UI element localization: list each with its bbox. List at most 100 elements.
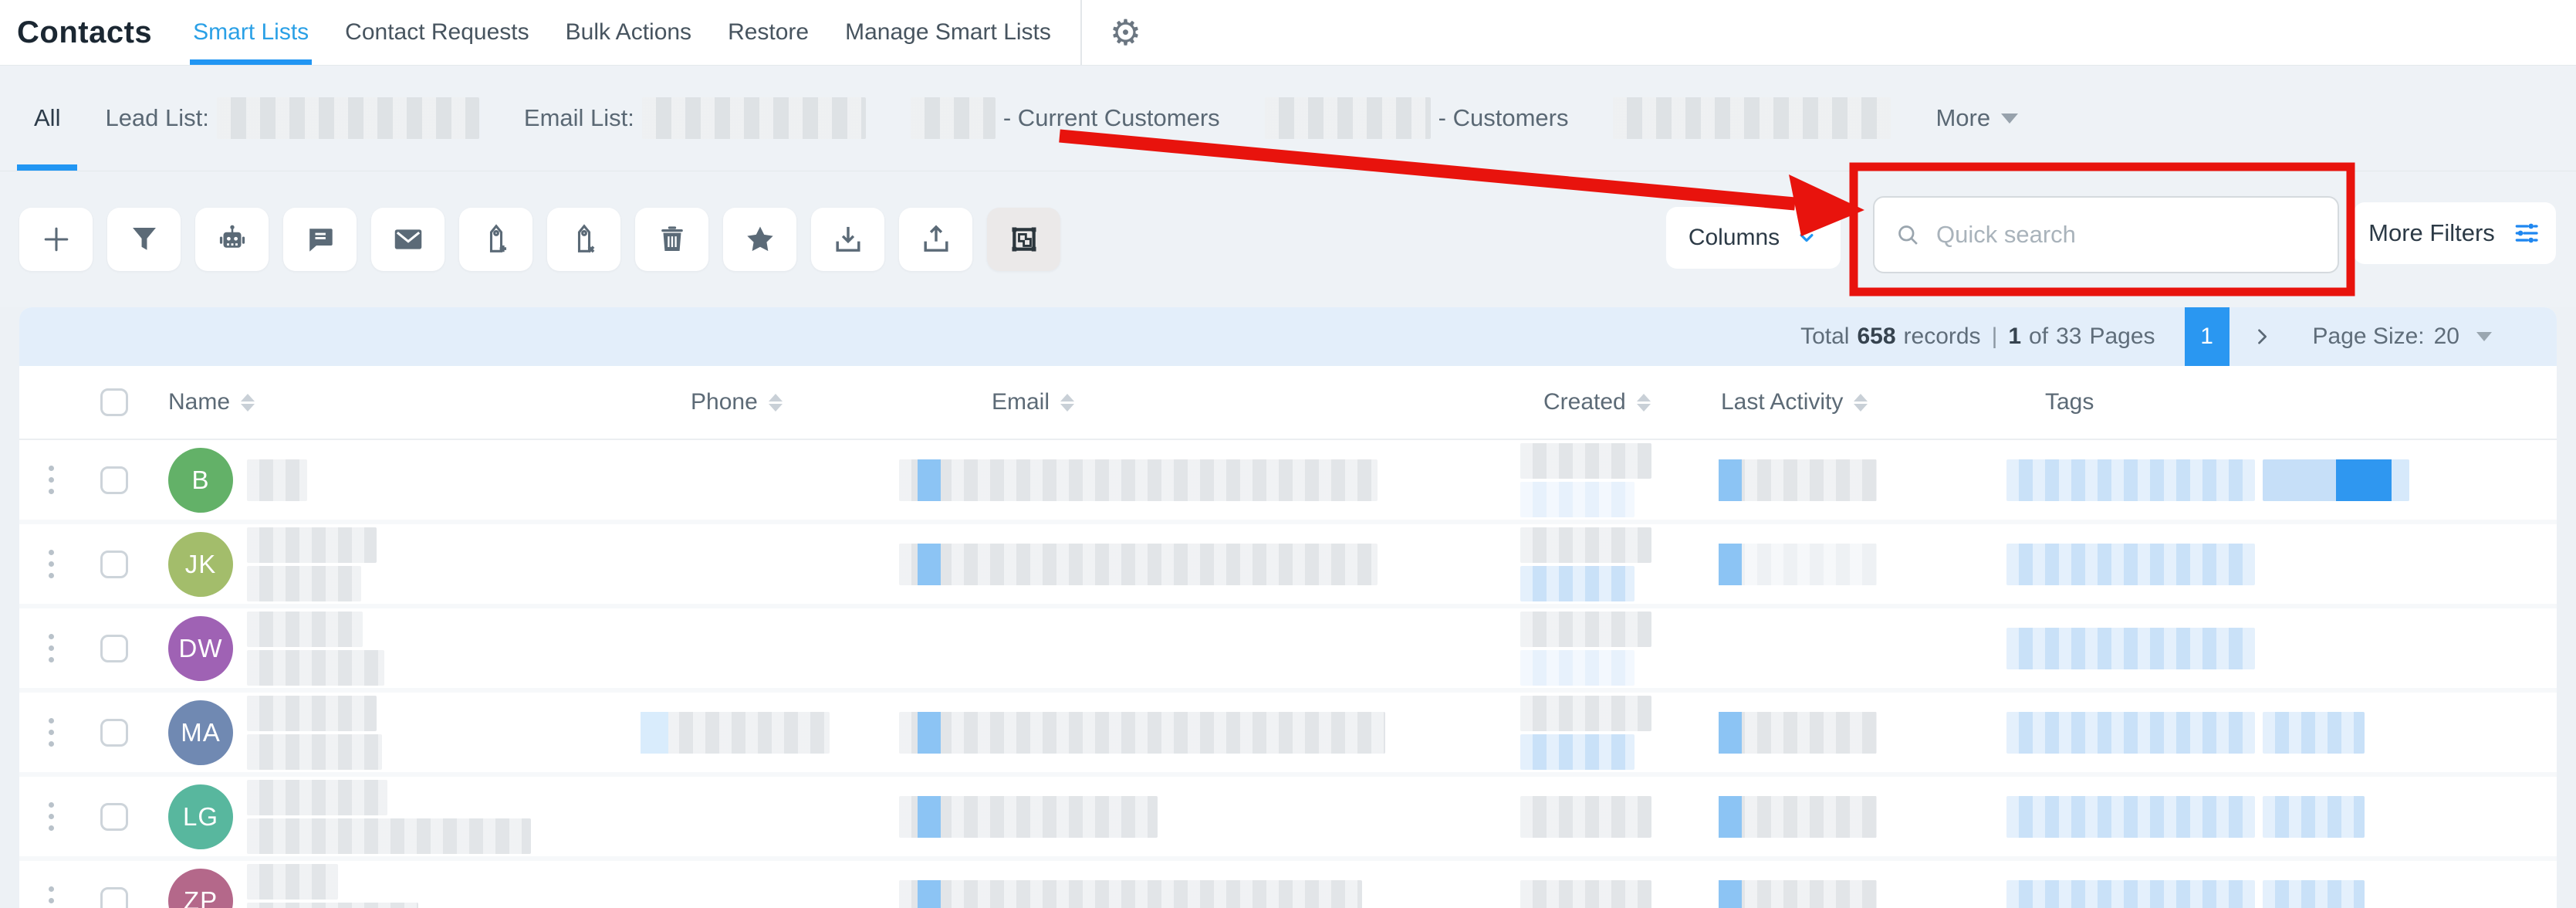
redacted-name bbox=[247, 864, 418, 908]
redacted-block bbox=[247, 459, 307, 501]
redacted-block bbox=[247, 650, 384, 686]
redacted-last-activity bbox=[1702, 712, 2026, 754]
smart-list-tab-email-list[interactable]: Email List: bbox=[524, 66, 866, 171]
remove-tag-button[interactable] bbox=[547, 208, 620, 271]
records-summary: Total 658 records | 1 of 33 Pages bbox=[1800, 324, 2155, 350]
redacted-block bbox=[899, 880, 1362, 908]
filter-button[interactable] bbox=[107, 208, 181, 271]
sort-icon[interactable] bbox=[241, 394, 255, 412]
redacted-tags bbox=[2006, 796, 2557, 838]
smart-list-tab-redacted-5[interactable] bbox=[1613, 66, 1891, 171]
top-tab-restore[interactable]: Restore bbox=[728, 0, 809, 65]
contact-row[interactable]: B bbox=[19, 440, 2557, 524]
top-tab-smart-lists[interactable]: Smart Lists bbox=[193, 0, 309, 65]
automation-bot-button[interactable] bbox=[195, 208, 269, 271]
redacted-created bbox=[1524, 527, 1702, 601]
contacts-page: Contacts Smart ListsContact RequestsBulk… bbox=[0, 0, 2576, 908]
quick-search-input[interactable] bbox=[1935, 220, 2317, 249]
sort-icon[interactable] bbox=[1854, 394, 1868, 412]
delete-button[interactable] bbox=[635, 208, 708, 271]
search-icon bbox=[1895, 222, 1921, 248]
column-header-created[interactable]: Created bbox=[1524, 389, 1702, 415]
column-header-email[interactable]: Email bbox=[972, 389, 1524, 415]
sort-icon[interactable] bbox=[1060, 394, 1074, 412]
contact-name-cell: DW bbox=[147, 612, 671, 686]
contact-row[interactable]: MA bbox=[19, 693, 2557, 777]
redacted-tag bbox=[2006, 628, 2255, 669]
page-button-1[interactable]: 1 bbox=[2185, 307, 2229, 366]
redacted-block bbox=[899, 544, 1378, 585]
more-filters-button[interactable]: More Filters bbox=[2354, 202, 2556, 264]
smart-list-tab-lead-list[interactable]: Lead List: bbox=[105, 66, 478, 171]
select-all-checkbox[interactable] bbox=[100, 388, 128, 416]
redacted-tag bbox=[2006, 712, 2255, 754]
settings-gear-icon[interactable]: ⚙ bbox=[1105, 14, 1146, 51]
favorite-star-button[interactable] bbox=[723, 208, 796, 271]
send-email-button[interactable] bbox=[371, 208, 445, 271]
row-select-cell bbox=[73, 887, 147, 908]
export-icon bbox=[830, 222, 866, 257]
smart-list-tab-bar: All Lead List: Email List: - Current Custom… bbox=[0, 65, 2576, 171]
sort-icon[interactable] bbox=[769, 394, 783, 412]
row-checkbox[interactable] bbox=[100, 635, 128, 662]
send-sms-icon bbox=[303, 222, 338, 257]
column-header-last-activity[interactable]: Last Activity bbox=[1702, 389, 2026, 415]
import-button[interactable] bbox=[899, 208, 972, 271]
column-header-name[interactable]: Name bbox=[147, 389, 671, 415]
nav-divider bbox=[1080, 0, 1082, 65]
redacted-tags bbox=[2006, 544, 2557, 585]
row-menu-cell bbox=[19, 550, 73, 578]
send-sms-button[interactable] bbox=[283, 208, 357, 271]
top-tab-bulk-actions[interactable]: Bulk Actions bbox=[566, 0, 691, 65]
redacted-tag bbox=[2006, 459, 2255, 501]
redacted-created-blocks bbox=[1520, 880, 1651, 908]
column-header-phone[interactable]: Phone bbox=[671, 389, 972, 415]
smart-list-tab-more[interactable]: More bbox=[1935, 66, 2018, 171]
redacted-block bbox=[1520, 734, 1635, 770]
contact-row[interactable]: LG bbox=[19, 777, 2557, 861]
merge-contacts-button[interactable] bbox=[987, 208, 1060, 271]
contact-row[interactable]: ZP bbox=[19, 861, 2557, 908]
records-word: records bbox=[1904, 324, 1981, 350]
row-checkbox[interactable] bbox=[100, 466, 128, 494]
smart-list-tab-customers[interactable]: - Customers bbox=[1265, 66, 1569, 171]
row-menu-icon[interactable] bbox=[49, 802, 54, 831]
redacted-block bbox=[1719, 544, 1877, 585]
redacted-name bbox=[247, 612, 384, 686]
page-size-select[interactable]: Page Size: 20 bbox=[2313, 324, 2492, 350]
row-checkbox[interactable] bbox=[100, 887, 128, 908]
contacts-table: Total 658 records | 1 of 33 Pages 1 Page… bbox=[19, 307, 2557, 908]
row-menu-icon[interactable] bbox=[49, 634, 54, 662]
redacted-created bbox=[1524, 612, 1702, 686]
add-tag-button[interactable] bbox=[459, 208, 532, 271]
contact-row[interactable]: JK bbox=[19, 524, 2557, 608]
favorite-star-icon bbox=[742, 222, 778, 257]
add-contact-button[interactable] bbox=[19, 208, 93, 271]
row-menu-icon[interactable] bbox=[49, 466, 54, 494]
smart-list-tab-all[interactable]: All bbox=[34, 66, 60, 171]
row-checkbox[interactable] bbox=[100, 719, 128, 747]
contact-name-cell: JK bbox=[147, 527, 671, 601]
column-label: Tags bbox=[2045, 389, 2094, 415]
next-page-icon[interactable] bbox=[2251, 326, 2273, 347]
dropdown-caret-icon bbox=[2001, 114, 2018, 124]
row-checkbox[interactable] bbox=[100, 551, 128, 578]
redacted-block bbox=[247, 612, 363, 647]
redacted-list-name bbox=[217, 97, 479, 139]
row-select-cell bbox=[73, 719, 147, 747]
row-menu-cell bbox=[19, 886, 73, 908]
top-tab-contact-requests[interactable]: Contact Requests bbox=[345, 0, 529, 65]
row-menu-icon[interactable] bbox=[49, 718, 54, 747]
smart-list-tab-current-customers[interactable]: - Current Customers bbox=[911, 66, 1220, 171]
redacted-created-blocks bbox=[1520, 527, 1651, 601]
row-menu-icon[interactable] bbox=[49, 550, 54, 578]
sort-icon[interactable] bbox=[1637, 394, 1651, 412]
contact-row[interactable]: DW bbox=[19, 608, 2557, 693]
top-tab-manage-smart-lists[interactable]: Manage Smart Lists bbox=[845, 0, 1051, 65]
export-button[interactable] bbox=[811, 208, 884, 271]
redacted-email bbox=[972, 796, 1524, 838]
quick-search-box[interactable] bbox=[1873, 196, 2339, 273]
row-checkbox[interactable] bbox=[100, 803, 128, 831]
row-menu-icon[interactable] bbox=[49, 886, 54, 908]
columns-button[interactable]: Columns bbox=[1666, 207, 1841, 269]
